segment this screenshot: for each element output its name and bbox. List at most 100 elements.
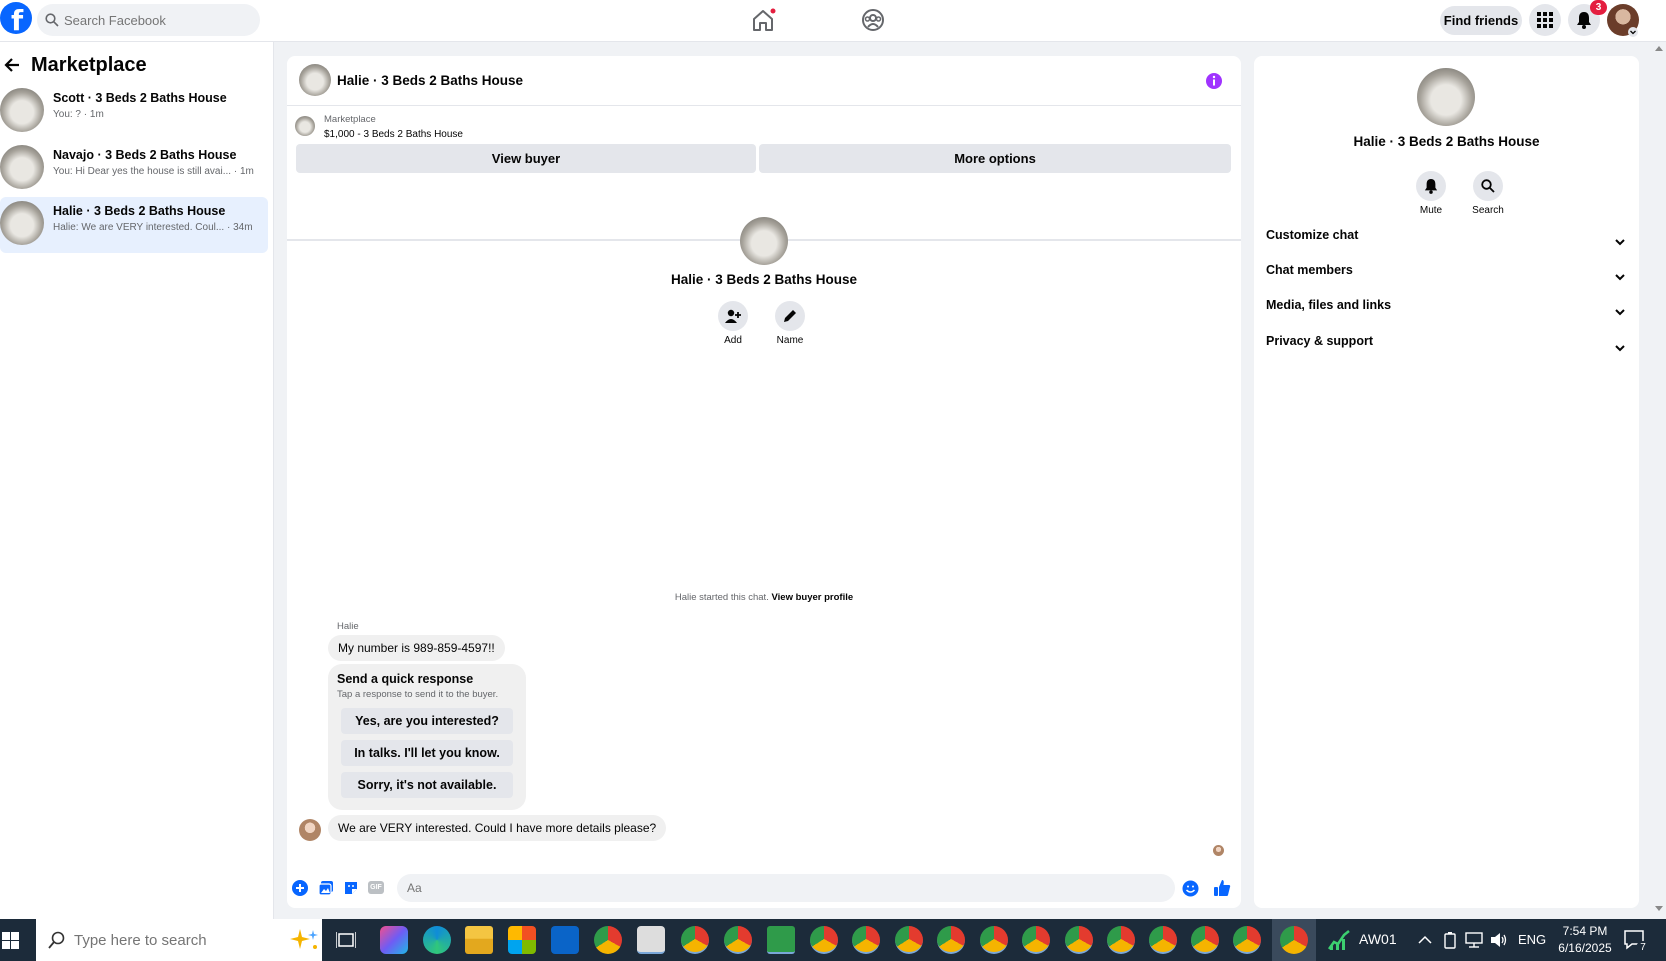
outlook-app-icon[interactable] bbox=[551, 926, 579, 954]
time: 7:54 PM bbox=[1562, 924, 1608, 938]
chrome-app-icon[interactable] bbox=[1065, 926, 1093, 954]
search-input[interactable] bbox=[64, 4, 254, 36]
chat-title[interactable]: Halie · 3 Beds 2 Baths House bbox=[337, 73, 523, 88]
chrome-app-icon[interactable] bbox=[937, 926, 965, 954]
copilot-app-icon[interactable] bbox=[380, 926, 408, 954]
view-buyer-profile-link[interactable]: View buyer profile bbox=[771, 592, 853, 603]
chevron-up-icon[interactable] bbox=[1418, 935, 1432, 944]
stock-chart-icon[interactable] bbox=[1328, 929, 1350, 951]
scroll-down-arrow-icon[interactable] bbox=[1654, 905, 1664, 913]
search-bar[interactable] bbox=[37, 4, 260, 36]
search-icon bbox=[1481, 179, 1495, 193]
message-bubble[interactable]: We are VERY interested. Could I have mor… bbox=[328, 815, 667, 841]
chat-members-section[interactable]: Chat members bbox=[1266, 263, 1626, 293]
conversation-preview: You: Hi Dear yes the house is still avai… bbox=[53, 166, 254, 177]
name-chat-button[interactable] bbox=[775, 301, 805, 331]
gif-button[interactable]: GIF bbox=[368, 881, 384, 894]
groups-icon[interactable] bbox=[860, 7, 886, 33]
bell-icon bbox=[1424, 179, 1438, 194]
chrome-app-icon[interactable] bbox=[1149, 926, 1177, 954]
search-chat-button[interactable] bbox=[1473, 171, 1503, 201]
conversation-item-navajo[interactable]: Navajo · 3 Beds 2 Baths House You: Hi De… bbox=[0, 141, 268, 197]
chrome-gmail-icon[interactable] bbox=[724, 926, 752, 954]
mute-label: Mute bbox=[1419, 205, 1443, 216]
scroll-up-arrow-icon[interactable] bbox=[1654, 44, 1664, 52]
mute-button[interactable] bbox=[1416, 171, 1446, 201]
file-explorer-icon[interactable] bbox=[465, 926, 493, 954]
windows-start-icon[interactable] bbox=[2, 932, 19, 949]
taskbar-search-input[interactable] bbox=[74, 929, 254, 951]
chrome-app-icon[interactable] bbox=[1022, 926, 1050, 954]
microsoft-store-icon[interactable] bbox=[508, 926, 536, 954]
conversation-preview: You: ? · 1m bbox=[53, 109, 104, 120]
chrome-app-icon[interactable] bbox=[1233, 926, 1261, 954]
section-label: Privacy & support bbox=[1266, 334, 1373, 348]
menu-button[interactable] bbox=[1529, 4, 1561, 36]
home-icon[interactable] bbox=[750, 7, 776, 33]
chrome-app-icon[interactable] bbox=[980, 926, 1008, 954]
conversation-item-scott[interactable]: Scott · 3 Beds 2 Baths House You: ? · 1m bbox=[0, 84, 268, 140]
quick-response-card: Send a quick response Tap a response to … bbox=[328, 664, 526, 810]
sender-name: Halie bbox=[337, 621, 359, 632]
find-friends-button[interactable]: Find friends bbox=[1440, 6, 1522, 35]
customize-chat-section[interactable]: Customize chat bbox=[1266, 228, 1626, 258]
listing-title[interactable]: $1,000 - 3 Beds 2 Baths House bbox=[324, 129, 463, 140]
facebook-logo[interactable]: f bbox=[0, 2, 32, 37]
message-input[interactable] bbox=[397, 874, 1175, 902]
network-icon[interactable] bbox=[1465, 932, 1483, 948]
photo-icon[interactable] bbox=[318, 880, 334, 896]
chrome-app-icon[interactable] bbox=[1107, 926, 1135, 954]
paint-app-icon[interactable] bbox=[637, 926, 665, 954]
spreadsheet-app-icon[interactable] bbox=[767, 926, 795, 954]
back-arrow-icon[interactable] bbox=[4, 57, 20, 73]
clock[interactable]: 7:54 PM 6/16/2025 bbox=[1553, 923, 1617, 957]
chrome-app-icon[interactable] bbox=[1191, 926, 1219, 954]
privacy-support-section[interactable]: Privacy & support bbox=[1266, 334, 1626, 364]
section-label: Customize chat bbox=[1266, 228, 1359, 242]
view-buyer-button[interactable]: View buyer bbox=[296, 144, 756, 173]
chrome-app-icon[interactable] bbox=[895, 926, 923, 954]
language-indicator[interactable]: ENG bbox=[1518, 932, 1546, 947]
battery-icon[interactable] bbox=[1443, 931, 1457, 949]
chat-info-panel: Halie · 3 Beds 2 Baths House Mute Search… bbox=[1254, 56, 1639, 908]
message-bubble[interactable]: My number is 989-859-4597!! bbox=[328, 635, 505, 661]
emoji-icon[interactable] bbox=[1182, 880, 1199, 897]
chevron-down-icon bbox=[1615, 309, 1625, 316]
chrome-app-icon[interactable] bbox=[594, 926, 622, 954]
weather-label[interactable]: AW01 bbox=[1359, 931, 1397, 947]
chrome-app-icon[interactable] bbox=[810, 926, 838, 954]
section-label: Chat members bbox=[1266, 263, 1353, 277]
volume-icon[interactable] bbox=[1490, 932, 1508, 948]
taskbar-search-box[interactable] bbox=[36, 919, 322, 961]
quick-response-button[interactable]: In talks. I'll let you know. bbox=[341, 740, 513, 766]
search-icon bbox=[45, 13, 59, 27]
account-chevron-icon[interactable] bbox=[1628, 27, 1638, 37]
chrome-app-icon bbox=[1280, 926, 1308, 954]
active-app-highlight[interactable] bbox=[1272, 919, 1316, 961]
conversation-item-halie[interactable]: Halie · 3 Beds 2 Baths House Halie: We a… bbox=[0, 197, 268, 253]
name-label: Name bbox=[776, 335, 804, 346]
sticker-icon[interactable] bbox=[343, 880, 359, 896]
listing-label: Marketplace bbox=[324, 114, 376, 125]
chrome-app-icon[interactable] bbox=[852, 926, 880, 954]
section-label: Media, files and links bbox=[1266, 298, 1392, 312]
edge-app-icon[interactable] bbox=[423, 926, 451, 954]
media-files-links-section[interactable]: Media, files and links bbox=[1266, 298, 1626, 328]
quick-response-button[interactable]: Sorry, it's not available. bbox=[341, 772, 513, 798]
more-options-button[interactable]: More options bbox=[759, 144, 1231, 173]
add-label: Add bbox=[724, 335, 742, 346]
chrome-app-icon[interactable] bbox=[681, 926, 709, 954]
chat-avatar[interactable] bbox=[299, 64, 331, 96]
plus-circle-icon[interactable] bbox=[292, 880, 308, 896]
add-people-button[interactable] bbox=[718, 301, 748, 331]
chevron-down-icon bbox=[1615, 274, 1625, 281]
add-person-icon bbox=[725, 309, 741, 323]
info-icon[interactable] bbox=[1205, 72, 1223, 90]
thumbs-up-icon[interactable] bbox=[1213, 879, 1231, 897]
conversation-name: Scott · 3 Beds 2 Baths House bbox=[53, 91, 227, 105]
page-title: Marketplace bbox=[31, 54, 147, 76]
task-view-icon[interactable] bbox=[336, 931, 356, 949]
quick-response-button[interactable]: Yes, are you interested? bbox=[341, 708, 513, 734]
sender-avatar[interactable] bbox=[299, 819, 321, 841]
marketplace-inbox-panel: Marketplace Scott · 3 Beds 2 Baths House… bbox=[0, 42, 274, 919]
